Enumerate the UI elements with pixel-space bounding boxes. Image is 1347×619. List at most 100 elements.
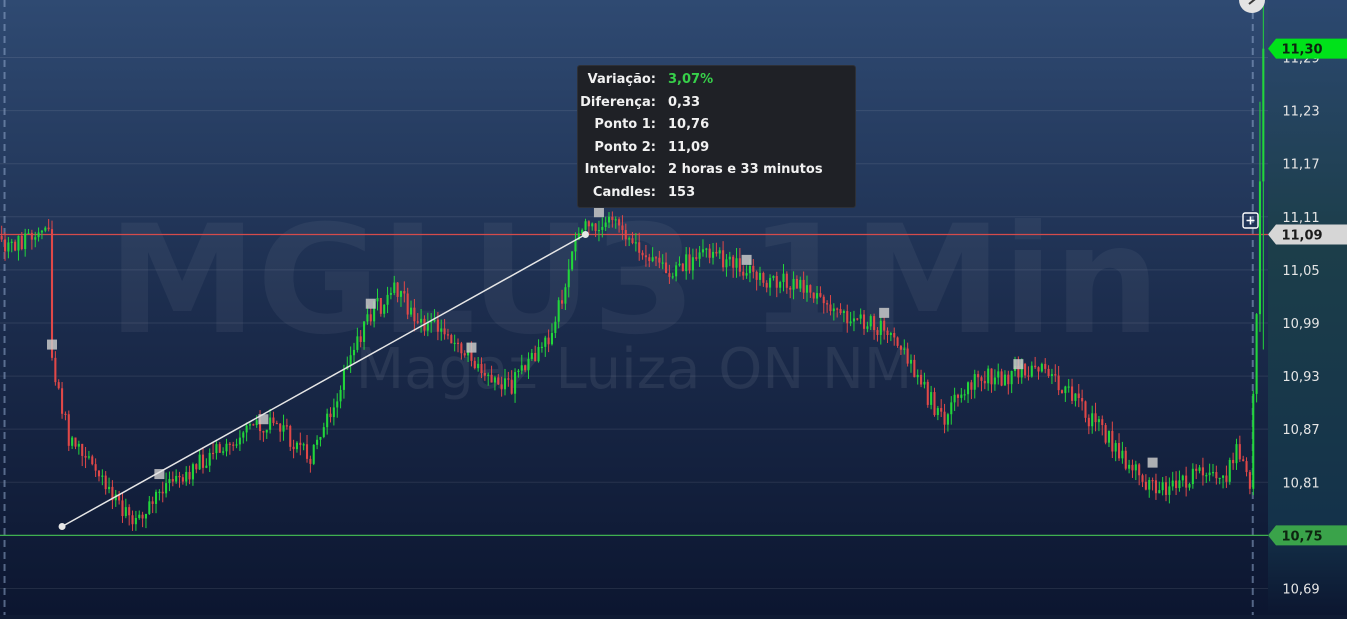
candle-body <box>248 424 252 426</box>
candle-body <box>124 507 127 517</box>
candle[interactable] <box>933 387 936 417</box>
candle-body <box>862 314 866 329</box>
tooltip-label: Ponto 1: <box>594 117 656 133</box>
candle-body <box>1000 371 1003 386</box>
candle-body <box>973 374 976 390</box>
candle-body <box>1010 370 1013 385</box>
candle-body <box>1175 480 1178 489</box>
candle-body <box>765 282 768 288</box>
trade-marker[interactable] <box>879 307 890 318</box>
candle-body <box>1242 459 1245 462</box>
candle-body <box>238 437 241 445</box>
candle-body <box>235 444 238 446</box>
candle-body <box>1262 48 1265 182</box>
candle-body <box>443 328 446 335</box>
candle-body <box>678 263 681 266</box>
candle-body <box>564 287 567 304</box>
measure-handle-start[interactable] <box>58 523 66 531</box>
trade-marker[interactable] <box>47 339 58 350</box>
candle-body <box>967 382 970 395</box>
candle-body <box>732 256 735 268</box>
candle-body <box>71 437 74 446</box>
candle-body <box>631 238 634 244</box>
candle-body <box>899 345 902 350</box>
trade-marker[interactable] <box>466 342 477 353</box>
price-tag-label: 11,30 <box>1281 43 1322 58</box>
candle-body <box>1024 363 1027 376</box>
candle-body <box>326 413 329 428</box>
candle-body <box>574 239 577 252</box>
candle-body <box>503 378 507 390</box>
candle-body <box>1215 472 1218 479</box>
candle-body <box>319 436 322 440</box>
candle[interactable] <box>312 444 315 466</box>
trade-marker[interactable] <box>365 298 376 309</box>
candle-body <box>1195 468 1198 471</box>
candle-body <box>74 437 77 447</box>
candle-body <box>926 381 929 405</box>
candle-body <box>493 377 496 383</box>
candle-body <box>728 256 731 260</box>
candle-body <box>544 337 547 347</box>
candle-body <box>208 452 211 466</box>
candle-body <box>3 239 7 252</box>
candle-body <box>393 282 396 293</box>
candle-body <box>24 233 27 250</box>
candle[interactable] <box>571 251 574 272</box>
measure-handle-end[interactable] <box>581 230 589 238</box>
tooltip-row-candles: Candles: 153 <box>578 185 855 208</box>
trade-marker[interactable] <box>1013 359 1024 370</box>
candle-body <box>792 278 795 290</box>
candle-body <box>316 439 319 445</box>
candle-body <box>178 475 181 478</box>
candle-body <box>1007 374 1010 385</box>
candle-body <box>698 252 701 259</box>
candle-body <box>1027 375 1030 377</box>
trade-marker[interactable] <box>741 254 752 265</box>
candle-body <box>322 427 325 437</box>
candle-body <box>953 394 956 403</box>
candle-body <box>67 414 70 446</box>
candle-body <box>1168 486 1171 495</box>
trade-marker[interactable] <box>1147 457 1158 468</box>
candle-body <box>332 407 335 418</box>
candle-body <box>624 230 627 240</box>
candle[interactable] <box>1104 422 1107 445</box>
y-tick-label: 10,93 <box>1282 370 1319 385</box>
axis-background <box>1268 0 1347 615</box>
candle-body <box>695 257 698 259</box>
candle-body <box>134 518 137 525</box>
candle[interactable] <box>1252 390 1255 496</box>
price-tag: 11,30 <box>1268 38 1347 59</box>
candle[interactable] <box>450 333 453 344</box>
candle[interactable] <box>1040 362 1043 373</box>
candle[interactable] <box>926 379 929 408</box>
candle[interactable] <box>67 410 70 452</box>
tooltip-value: 0,33 <box>668 94 701 110</box>
candle-body <box>540 346 543 349</box>
candle[interactable] <box>1228 457 1231 485</box>
candle-body <box>44 227 47 231</box>
candle-body <box>1034 365 1037 368</box>
candle-body <box>769 277 772 288</box>
candle-body <box>785 273 788 288</box>
tooltip-label: Candles: <box>592 184 656 200</box>
candle-body <box>594 223 597 231</box>
candle-body <box>920 374 923 385</box>
candle-body <box>859 314 862 319</box>
trade-marker[interactable] <box>593 207 604 218</box>
candle-body <box>1164 482 1168 495</box>
candle-body <box>1071 386 1074 401</box>
candle-body <box>879 320 882 335</box>
candle-body <box>104 475 107 490</box>
candle-body <box>141 514 144 519</box>
candle-body <box>520 365 523 371</box>
candle-body <box>302 444 305 446</box>
candle-body <box>312 444 315 464</box>
candle-body <box>621 225 624 231</box>
candle[interactable] <box>1255 313 1258 403</box>
candle[interactable] <box>681 262 684 272</box>
candle-body <box>591 223 594 227</box>
candle-body <box>1235 444 1238 464</box>
price-chart[interactable]: MGLU3 1Min Magaz Luiza ON NM 11,29 11,23 1… <box>0 0 1347 615</box>
